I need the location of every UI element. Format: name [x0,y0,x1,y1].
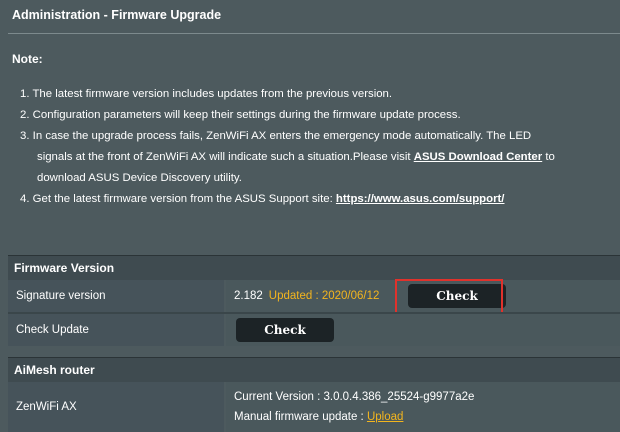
check-button-highlight [395,279,503,315]
upload-link[interactable]: Upload [367,411,403,423]
note-item-1: 1. The latest firmware version includes … [20,88,393,100]
firmware-version-header: Firmware Version [8,255,620,280]
aimesh-device-info: Current Version : 3.0.0.4.386_25524-g997… [226,382,620,432]
note-item-3-line-1: 3. In case the upgrade process fails, Ze… [20,130,532,142]
check-update-label: Check Update [8,314,224,346]
signature-version-row: Signature version 2.182 Updated : 2020/0… [8,280,620,312]
note-item-3-suffix: to [545,151,555,163]
note-item-2: 2. Configuration parameters will keep th… [20,109,461,121]
check-update-button[interactable]: Check [236,318,334,342]
note-item-3: 3. In case the upgrade process fails, Ze… [20,126,618,189]
signature-updated-date: Updated : 2020/06/12 [268,290,380,302]
note-list: 1. The latest firmware version includes … [20,84,618,210]
check-update-row: Check Update Check [8,314,620,346]
current-version-text: Current Version : 3.0.0.4.386_25524-g997… [234,391,475,403]
firmware-upgrade-page: Administration - Firmware Upgrade Note: … [8,0,620,432]
signature-version-label: Signature version [8,280,224,312]
title-divider [8,33,620,34]
note-item-4-text: 4. Get the latest firmware version from … [20,193,333,205]
aimesh-router-header: AiMesh router [8,357,620,382]
note-item-3-line-3: download ASUS Device Discovery utility. [37,172,242,184]
manual-update-label: Manual firmware update : [234,411,364,423]
manual-update-line: Manual firmware update : Upload [234,407,403,427]
aimesh-device-label: ZenWiFi AX [8,382,224,432]
page-title: Administration - Firmware Upgrade [12,8,222,22]
check-update-value-cell: Check [226,314,620,346]
asus-support-link[interactable]: https://www.asus.com/support/ [336,193,505,205]
asus-download-center-link[interactable]: ASUS Download Center [414,151,542,163]
note-label: Note: [12,52,43,66]
note-item-4: 4. Get the latest firmware version from … [20,189,618,210]
note-item-3-line-2: signals at the front of ZenWiFi AX will … [20,147,618,168]
aimesh-device-row: ZenWiFi AX Current Version : 3.0.0.4.386… [8,382,620,432]
signature-version-value: 2.182 [234,290,263,302]
note-item-3-text: signals at the front of ZenWiFi AX will … [37,151,411,163]
